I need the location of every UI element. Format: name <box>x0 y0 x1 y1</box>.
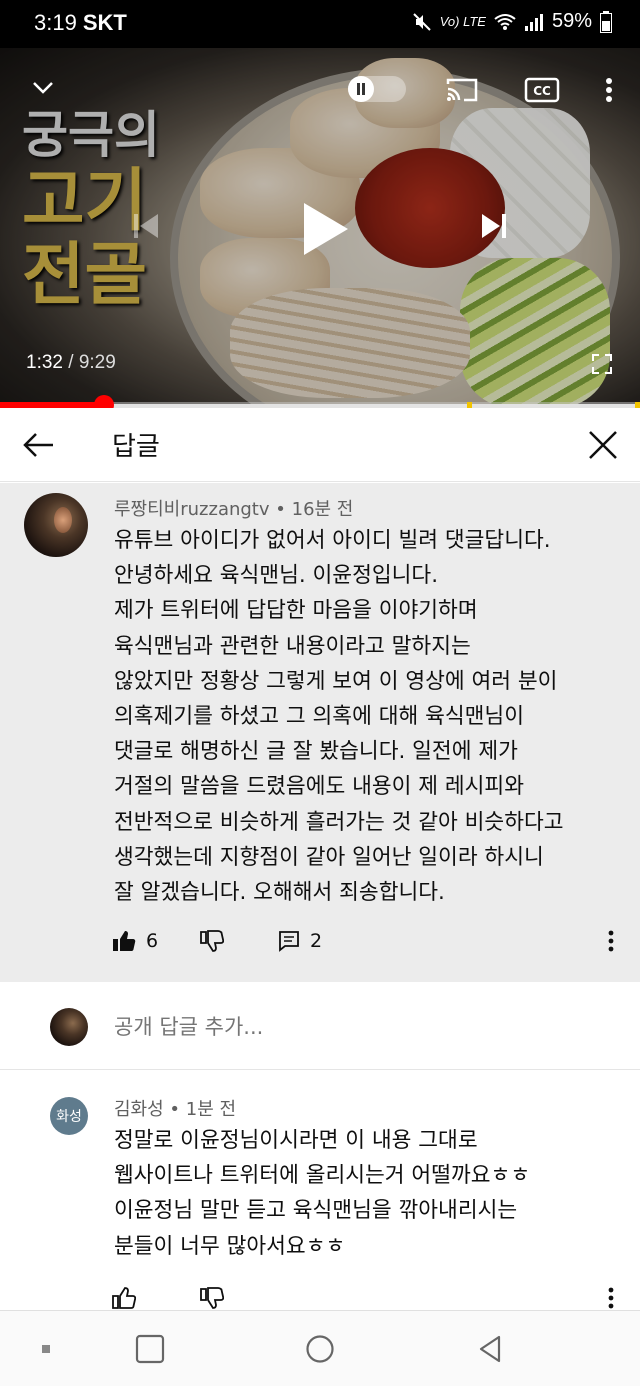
meta-separator: • <box>169 1099 181 1120</box>
reply-comment: 화성 김화성 • 1분 전 정말로 이윤정님이시라면 이 내용 그대로 웹사이트… <box>0 1071 640 1316</box>
reply-line: 분들이 너무 많아서요ㅎㅎ <box>114 1233 346 1259</box>
nav-indicator <box>30 1333 62 1365</box>
cast-icon <box>446 78 478 102</box>
comment-line: 의혹제기를 하셨고 그 의혹에 대해 육식맨님이 <box>114 704 524 730</box>
battery-percent: 59% <box>551 10 592 32</box>
avatar[interactable] <box>24 493 88 557</box>
duration: 9:29 <box>78 352 116 373</box>
thumbs-down-icon <box>200 930 224 952</box>
thumbs-down-icon <box>200 1287 224 1309</box>
svg-text:CC: CC <box>533 84 551 98</box>
comment-line: 육식맨님과 관련한 내용이라고 말하지는 <box>114 633 471 659</box>
replies-header: 답글 <box>0 408 640 482</box>
previous-button[interactable] <box>126 206 166 246</box>
cast-button[interactable] <box>444 74 480 106</box>
minimize-button[interactable] <box>28 72 58 102</box>
status-carrier: SKT <box>82 10 127 35</box>
status-left: 3:19 SKT <box>34 10 127 36</box>
comment-actions: 6 2 <box>112 930 632 960</box>
replies-title: 답글 <box>112 432 160 462</box>
signal-icon <box>524 13 543 31</box>
add-reply-input[interactable] <box>114 1012 594 1042</box>
autoplay-toggle[interactable] <box>348 76 406 102</box>
meta-separator: • <box>275 499 286 520</box>
time-separator: / <box>68 352 74 373</box>
play-icon <box>304 203 348 255</box>
status-right: Vo) LTE 59% <box>412 10 612 33</box>
comment-more-button[interactable] <box>608 930 614 952</box>
like-button[interactable]: 6 <box>112 930 158 952</box>
fullscreen-button[interactable] <box>590 352 614 376</box>
dislike-button[interactable] <box>200 930 224 952</box>
captions-button[interactable]: CC <box>522 74 562 106</box>
system-nav-bar <box>0 1310 640 1386</box>
comment-icon <box>279 931 299 952</box>
video-player[interactable]: 궁극의 고기 전골 CC 1:32 / 9:29 <box>0 48 640 404</box>
mute-icon <box>413 12 431 31</box>
comment-line: 안녕하세요 육식맨님. 이윤정입니다. <box>114 563 439 589</box>
dot-icon <box>42 1345 50 1353</box>
more-vertical-icon <box>608 1287 614 1309</box>
skip-previous-icon <box>134 214 158 238</box>
reply-meta: 김화성 • 1분 전 <box>114 1095 236 1121</box>
comment-line: 전반적으로 비슷하게 흘러가는 것 같아 비슷하다고 <box>114 809 564 835</box>
comment-line: 거절의 말씀을 드렸음에도 내용이 제 레시피와 <box>114 774 524 800</box>
comment-line: 유튜브 아이디가 없어서 아이디 빌려 댓글답니다. <box>114 528 551 553</box>
lte-icon: Vo) LTE <box>439 14 486 29</box>
home-icon <box>306 1335 334 1363</box>
home-button[interactable] <box>304 1333 336 1365</box>
next-button[interactable] <box>474 206 514 246</box>
fullscreen-icon <box>592 354 612 374</box>
comment-line: 않았지만 정황상 그렇게 보여 이 영상에 여러 분이 <box>114 668 558 694</box>
back-triangle-icon <box>479 1335 501 1363</box>
comment-meta: 루짱티비ruzzangtv • 16분 전 <box>114 495 353 521</box>
comment-line: 댓글로 해명하신 글 잘 봤습니다. 일전에 제가 <box>114 739 518 765</box>
comment-more-button[interactable] <box>608 1287 614 1309</box>
wifi-icon <box>494 13 516 30</box>
thumbs-up-icon <box>112 1287 136 1309</box>
chevron-down-icon <box>33 82 53 94</box>
pause-toggle-icon <box>348 76 374 102</box>
comment-line: 생각했는데 지향점이 같아 일어난 일이라 하시니 <box>114 844 544 870</box>
like-button[interactable] <box>112 1287 136 1309</box>
close-icon <box>589 431 617 459</box>
reply-line: 이윤정님 말만 듣고 육식맨님을 깎아내리시는 <box>114 1198 518 1224</box>
reply-author[interactable]: 김화성 <box>114 1099 164 1120</box>
play-button[interactable] <box>290 194 360 264</box>
like-count: 6 <box>146 930 159 952</box>
arrow-left-icon <box>23 433 53 457</box>
avatar[interactable]: 화성 <box>50 1097 88 1135</box>
avatar <box>50 1008 88 1046</box>
reply-count: 2 <box>310 930 323 952</box>
reply-line: 정말로 이윤정님이시라면 이 내용 그대로 <box>114 1128 478 1153</box>
main-comment: 루짱티비ruzzangtv • 16분 전 유튜브 아이디가 없어서 아이디 빌… <box>0 483 640 982</box>
status-bar: 3:19 SKT Vo) LTE 59% <box>0 0 640 48</box>
close-button[interactable] <box>584 426 622 464</box>
back-button[interactable] <box>20 426 58 464</box>
system-back-button[interactable] <box>474 1333 506 1365</box>
skip-next-icon <box>482 214 506 238</box>
recent-apps-icon <box>135 1334 165 1364</box>
recent-apps-button[interactable] <box>134 1333 166 1365</box>
comment-line: 잘 알겠습니다. 오해해서 죄송합니다. <box>114 880 445 906</box>
closed-captions-icon: CC <box>524 77 560 103</box>
reply-line: 웹사이트나 트위터에 올리시는거 어떨까요ㅎㅎ <box>114 1163 531 1189</box>
dislike-button[interactable] <box>200 1287 224 1309</box>
replies-button[interactable]: 2 <box>278 930 322 952</box>
more-vertical-icon <box>606 78 612 102</box>
comment-body: 유튜브 아이디가 없어서 아이디 빌려 댓글답니다. 안녕하세요 육식맨님. 이… <box>114 523 624 910</box>
comment-line: 제가 트위터에 답답한 마음을 이야기하며 <box>114 598 478 624</box>
video-more-button[interactable] <box>598 74 620 106</box>
add-reply-row[interactable] <box>0 982 640 1070</box>
comment-author[interactable]: 루짱티비ruzzangtv <box>114 499 270 520</box>
thumbs-up-filled-icon <box>113 931 136 951</box>
current-time: 1:32 <box>26 352 63 373</box>
more-vertical-icon <box>608 930 614 952</box>
battery-icon <box>600 10 612 33</box>
reply-body: 정말로 이윤정님이시라면 이 내용 그대로 웹사이트나 트위터에 올리시는거 어… <box>114 1123 624 1264</box>
comment-time: 16분 전 <box>291 499 354 520</box>
status-time: 3:19 <box>34 10 77 35</box>
reply-time: 1분 전 <box>185 1099 237 1120</box>
video-time: 1:32 / 9:29 <box>26 352 116 374</box>
